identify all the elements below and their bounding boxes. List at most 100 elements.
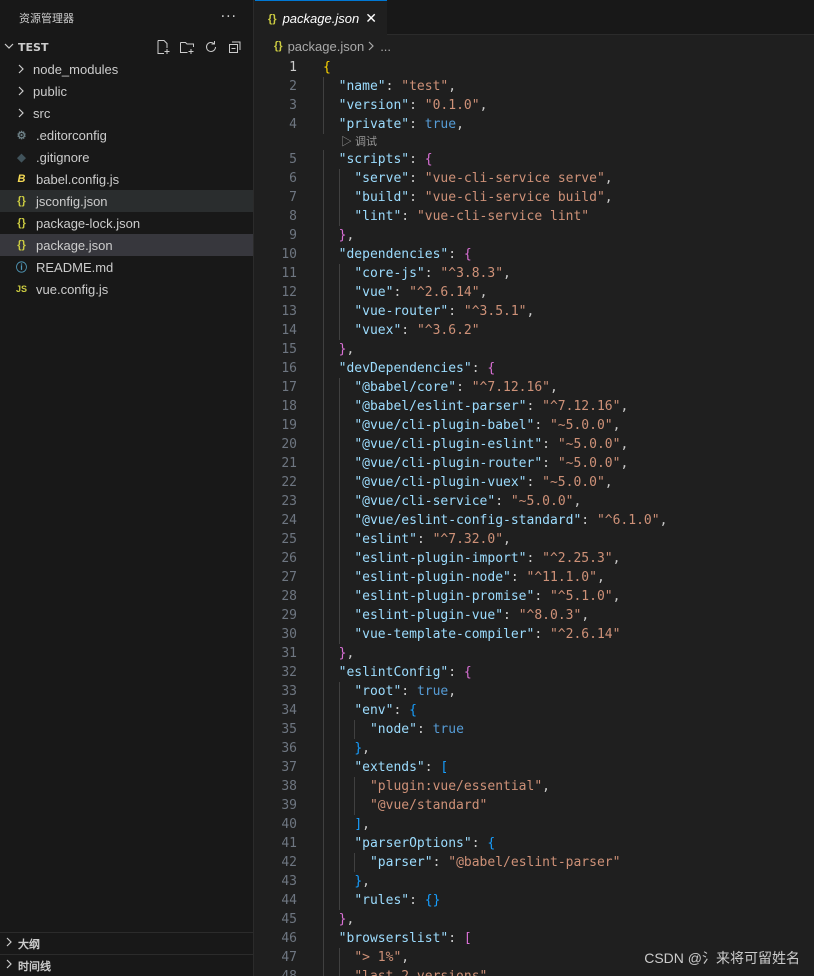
file-tree: node_modulespublic src ⚙ .editorconfig ◆ .git… <box>0 58 253 300</box>
code-line[interactable]: 34 "env": { <box>255 701 814 720</box>
line-number: 32 <box>281 665 297 680</box>
code-line[interactable]: 23 "@vue/cli-service": "~5.0.0", <box>255 492 814 511</box>
project-section[interactable]: TEST <box>0 36 253 58</box>
code-line[interactable]: 19 "@vue/cli-plugin-babel": "~5.0.0", <box>255 416 814 435</box>
code-line[interactable]: 17 "@babel/core": "^7.12.16", <box>255 378 814 397</box>
timeline-section[interactable]: 时间线 <box>0 954 254 976</box>
tab-package-json[interactable]: {} package.json ✕ <box>255 0 387 36</box>
line-number: 37 <box>281 760 297 775</box>
code-line[interactable]: 16 "devDependencies": { <box>255 359 814 378</box>
code-line[interactable]: 15 }, <box>255 340 814 359</box>
file-item[interactable]: {} package.json <box>0 234 253 256</box>
code-line[interactable]: 14 "vuex": "^3.6.2" <box>255 321 814 340</box>
code-line[interactable]: 38 "plugin:vue/essential", <box>255 777 814 796</box>
code-line[interactable]: 33 "root": true, <box>255 682 814 701</box>
refresh-icon[interactable] <box>199 38 223 56</box>
code-text: "root": true, <box>354 684 457 699</box>
code-line[interactable]: 6 "serve": "vue-cli-service serve", <box>255 169 814 188</box>
debug-codelens[interactable]: ▷ 调试 <box>255 134 814 150</box>
chevron-right-icon[interactable] <box>0 959 18 972</box>
line-number: 15 <box>281 342 297 357</box>
code-line[interactable]: 46 "browserslist": [ <box>255 929 814 948</box>
more-actions-icon[interactable]: ··· <box>221 9 237 25</box>
code-text: "name": "test", <box>338 79 457 94</box>
new-folder-icon[interactable] <box>175 38 199 56</box>
file-item[interactable]: JS vue.config.js <box>0 278 253 300</box>
close-icon[interactable]: ✕ <box>365 10 377 27</box>
file-item[interactable]: ◆ .gitignore <box>0 146 253 168</box>
code-line[interactable]: 20 "@vue/cli-plugin-eslint": "~5.0.0", <box>255 435 814 454</box>
code-line[interactable]: 36 }, <box>255 739 814 758</box>
collapse-all-icon[interactable] <box>223 38 247 56</box>
code-line[interactable]: 30 "vue-template-compiler": "^2.6.14" <box>255 625 814 644</box>
code-line[interactable]: 1{ <box>255 58 814 77</box>
code-line[interactable]: 22 "@vue/cli-plugin-vuex": "~5.0.0", <box>255 473 814 492</box>
code-line[interactable]: 18 "@babel/eslint-parser": "^7.12.16", <box>255 397 814 416</box>
file-item[interactable]: public <box>0 80 253 102</box>
code-line[interactable]: 25 "eslint": "^7.32.0", <box>255 530 814 549</box>
line-number: 6 <box>289 171 297 186</box>
code-line[interactable]: 11 "core-js": "^3.8.3", <box>255 264 814 283</box>
code-line[interactable]: 4 "private": true, <box>255 115 814 134</box>
file-item[interactable]: src <box>0 102 253 124</box>
breadcrumb-file[interactable]: package.json <box>288 39 365 54</box>
line-number: 16 <box>281 361 297 376</box>
code-line[interactable]: 10 "dependencies": { <box>255 245 814 264</box>
code-line[interactable]: 24 "@vue/eslint-config-standard": "^6.1.… <box>255 511 814 530</box>
file-item[interactable]: Bbabel.config.js <box>0 168 253 190</box>
code-line[interactable]: 8 "lint": "vue-cli-service lint" <box>255 207 814 226</box>
code-text: "serve": "vue-cli-service serve", <box>354 171 613 186</box>
code-line[interactable]: 43 }, <box>255 872 814 891</box>
code-line[interactable]: 12 "vue": "^2.6.14", <box>255 283 814 302</box>
line-number: 26 <box>281 551 297 566</box>
code-line[interactable]: 45 }, <box>255 910 814 929</box>
code-line[interactable]: 27 "eslint-plugin-node": "^11.1.0", <box>255 568 814 587</box>
code-line[interactable]: 37 "extends": [ <box>255 758 814 777</box>
code-line[interactable]: 32 "eslintConfig": { <box>255 663 814 682</box>
code-line[interactable]: 48 "last 2 versions", <box>255 967 814 976</box>
code-text: "dependencies": { <box>338 247 472 262</box>
code-line[interactable]: 31 }, <box>255 644 814 663</box>
line-number: 17 <box>281 380 297 395</box>
code-editor[interactable]: 1{2 "name": "test", 3 "version": "0.1.0",… <box>255 58 814 976</box>
code-line[interactable]: 39 "@vue/standard" <box>255 796 814 815</box>
code-line[interactable]: 9 }, <box>255 226 814 245</box>
file-item[interactable]: ⓘ README.md <box>0 256 253 278</box>
chevron-down-icon[interactable] <box>0 41 18 54</box>
code-line[interactable]: 2 "name": "test", <box>255 77 814 96</box>
code-text: "@vue/cli-plugin-router": "~5.0.0", <box>354 456 629 471</box>
code-line[interactable]: 40 ], <box>255 815 814 834</box>
chevron-right-icon[interactable] <box>17 86 30 96</box>
code-text: "vue-template-compiler": "^2.6.14" <box>354 627 621 642</box>
code-line[interactable]: 7 "build": "vue-cli-service build", <box>255 188 814 207</box>
code-line[interactable]: 35 "node": true <box>255 720 814 739</box>
code-line[interactable]: 28 "eslint-plugin-promise": "^5.1.0", <box>255 587 814 606</box>
code-line[interactable]: 29 "eslint-plugin-vue": "^8.0.3", <box>255 606 814 625</box>
code-line[interactable]: 13 "vue-router": "^3.5.1", <box>255 302 814 321</box>
file-item[interactable]: ⚙ .editorconfig <box>0 124 253 146</box>
new-file-icon[interactable] <box>151 38 175 56</box>
explorer-header: 资源管理器 ··· <box>0 0 253 36</box>
file-item[interactable]: {} package-lock.json <box>0 212 253 234</box>
file-item[interactable]: {} jsconfig.json <box>0 190 253 212</box>
code-line[interactable]: 3 "version": "0.1.0", <box>255 96 814 115</box>
code-line[interactable]: 44 "rules": {} <box>255 891 814 910</box>
code-line[interactable]: 41 "parserOptions": { <box>255 834 814 853</box>
code-line[interactable]: 5 "scripts": { <box>255 150 814 169</box>
explorer-sidebar: 资源管理器 ··· TEST node_modulespublic src ⚙ .ed… <box>0 0 254 976</box>
chevron-right-icon[interactable] <box>17 64 30 74</box>
code-line[interactable]: 26 "eslint-plugin-import": "^2.25.3", <box>255 549 814 568</box>
file-item[interactable]: node_modules <box>0 58 253 80</box>
code-line[interactable]: 21 "@vue/cli-plugin-router": "~5.0.0", <box>255 454 814 473</box>
debug-codelens-label[interactable]: ▷ 调试 <box>341 134 377 150</box>
watermark: CSDN @氵来将可留姓名 <box>644 950 800 966</box>
chevron-right-icon[interactable] <box>17 108 30 118</box>
file-label: public <box>33 83 67 99</box>
line-number: 48 <box>255 967 297 976</box>
chevron-right-icon[interactable] <box>0 937 18 950</box>
breadcrumb-more[interactable]: ... <box>380 39 391 54</box>
outline-section[interactable]: 大纲 <box>0 932 254 954</box>
json-icon: {} <box>268 12 277 25</box>
line-number: 5 <box>289 152 297 167</box>
code-line[interactable]: 42 "parser": "@babel/eslint-parser" <box>255 853 814 872</box>
